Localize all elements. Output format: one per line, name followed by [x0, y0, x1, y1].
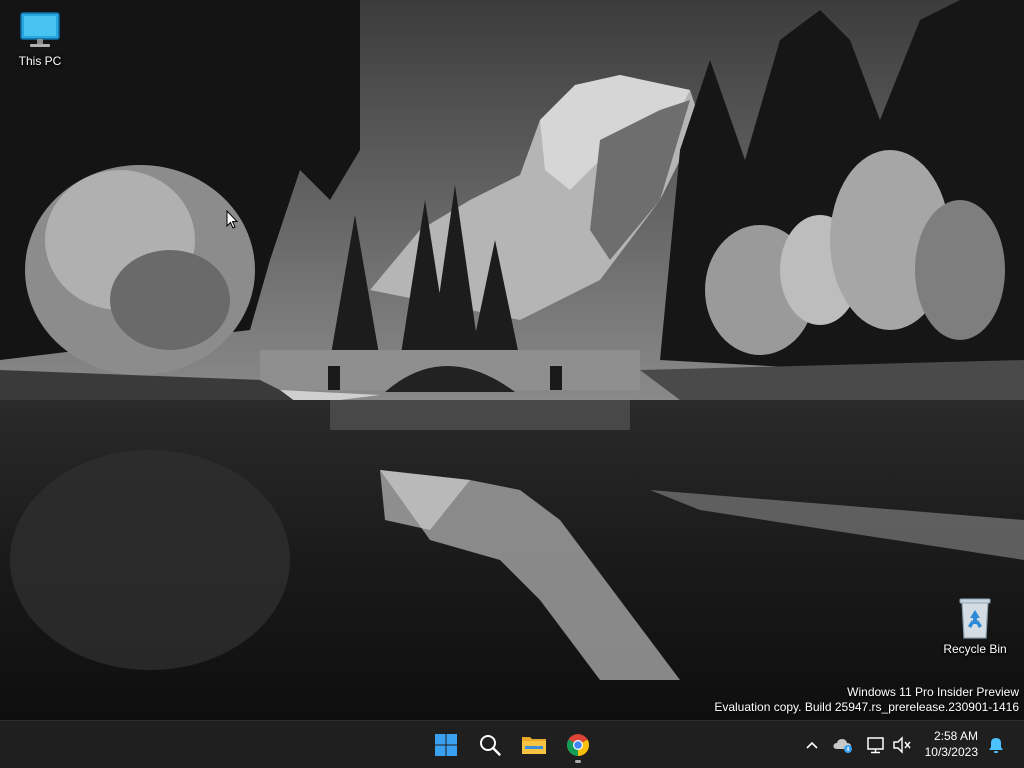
cloud-icon: [833, 739, 852, 753]
file-explorer-icon: [522, 737, 546, 754]
search-button[interactable]: [470, 725, 510, 765]
wallpaper-landscape: [0, 0, 1024, 720]
search-icon: [480, 735, 501, 756]
desktop-icon-this-pc[interactable]: This PC: [2, 8, 78, 68]
desktop-icon-recycle-bin[interactable]: Recycle Bin: [937, 596, 1013, 656]
running-indicator: [575, 760, 581, 763]
file-explorer-button[interactable]: [514, 725, 554, 765]
evaluation-watermark: Windows 11 Pro Insider Preview Evaluatio…: [714, 685, 1019, 715]
chevron-up-icon: [806, 741, 818, 749]
network-tray-button[interactable]: [865, 734, 887, 756]
clock-date: 10/3/2023: [924, 745, 978, 759]
show-hidden-icons-button[interactable]: [801, 734, 823, 756]
taskbar: 2:58 AM 10/3/2023: [0, 720, 1024, 768]
mouse-pointer-icon: [226, 210, 238, 229]
chrome-button[interactable]: [558, 725, 598, 765]
clock[interactable]: 2:58 AM 10/3/2023: [916, 728, 978, 760]
clock-time: 2:58 AM: [933, 729, 978, 743]
start-icon: [435, 734, 457, 756]
network-icon: [867, 737, 884, 754]
desktop-wallpaper: [0, 0, 1024, 720]
monitor-icon: [18, 8, 62, 52]
watermark-line-1: Windows 11 Pro Insider Preview: [847, 685, 1019, 699]
start-button[interactable]: [426, 725, 466, 765]
volume-muted-icon: [893, 736, 911, 754]
chrome-icon: [567, 734, 589, 756]
volume-tray-button[interactable]: [891, 734, 913, 756]
bell-icon: [989, 738, 1003, 753]
onedrive-tray-button[interactable]: [832, 734, 854, 756]
notifications-button[interactable]: [985, 734, 1007, 756]
desktop-icon-label: This PC: [18, 54, 62, 68]
desktop-icon-label: Recycle Bin: [943, 642, 1007, 656]
watermark-line-2: Evaluation copy. Build 25947.rs_prerelea…: [714, 700, 1019, 714]
recycle-bin-icon: [953, 596, 997, 640]
